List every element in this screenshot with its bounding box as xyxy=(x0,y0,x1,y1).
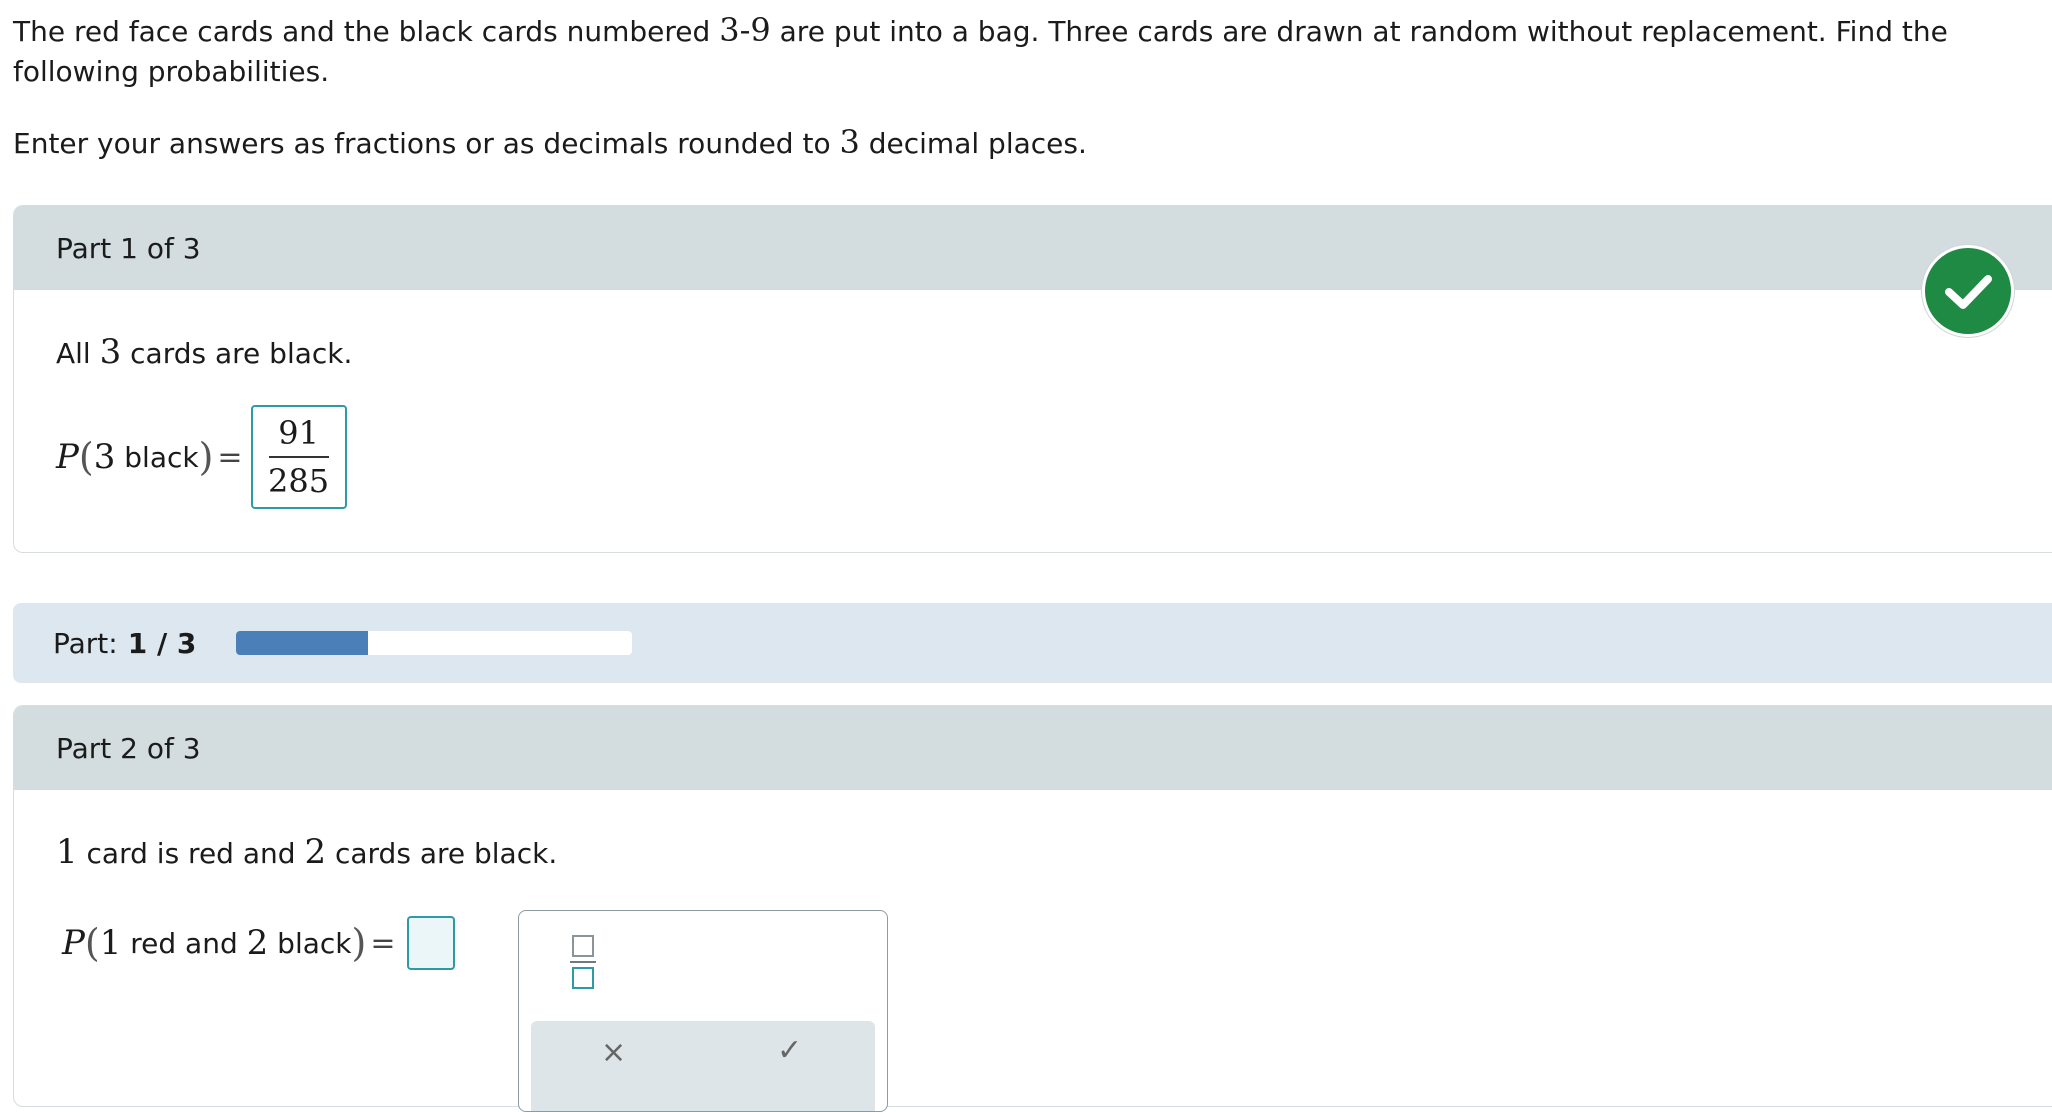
check-answer-button[interactable]: ✓ xyxy=(777,1033,802,1068)
right-paren: ) xyxy=(198,435,214,479)
check-circle-icon xyxy=(1922,245,2014,337)
progress-bar-fill xyxy=(236,631,369,655)
part2-header-label: Part 2 of 3 xyxy=(56,731,201,765)
part2-equation: P ( 1 red and 2 black ) = xyxy=(62,916,456,970)
progress-value: 1 / 3 xyxy=(127,626,197,660)
answer-denominator: 285 xyxy=(268,462,330,500)
equation-number: 2 xyxy=(246,923,269,963)
part1-prompt-number: 3 xyxy=(99,332,122,372)
part1-prompt-text: cards are black. xyxy=(121,337,353,370)
part1-answer-fraction[interactable]: 91 285 xyxy=(250,405,347,509)
instructions-text: Enter your answers as fractions or as de… xyxy=(13,122,2023,164)
progress-bar xyxy=(236,631,633,655)
toolbox-actions: × ✓ xyxy=(531,1021,875,1111)
equation-number: 3 xyxy=(93,437,116,477)
fraction-bar xyxy=(268,456,329,458)
math-toolbox: × ✓ xyxy=(518,910,888,1112)
equation-word: black xyxy=(268,926,352,960)
probability-symbol: P xyxy=(56,437,79,477)
part2-prompt-text: card is red and xyxy=(77,837,305,870)
progress-label: Part: xyxy=(53,626,118,660)
problem-statement: The red face cards and the black cards n… xyxy=(13,10,2023,164)
problem-text-part: The red face cards and the black cards n… xyxy=(13,15,720,48)
part1-panel: Part 1 of 3 All 3 cards are black. P ( 3… xyxy=(13,205,2052,553)
equals-sign: = xyxy=(370,925,396,961)
part2-prompt-text: cards are black. xyxy=(326,837,558,870)
problem-text: The red face cards and the black cards n… xyxy=(13,10,2023,92)
part2-prompt-number: 1 xyxy=(56,832,78,872)
part2-prompt: 1 card is red and 2 cards are black. xyxy=(56,832,557,872)
left-paren: ( xyxy=(78,435,94,479)
equals-sign: = xyxy=(217,439,243,475)
part2-prompt-number: 2 xyxy=(304,832,327,872)
part1-prompt: All 3 cards are black. xyxy=(56,332,352,372)
numerator-slot-icon xyxy=(572,935,594,957)
part1-header: Part 1 of 3 xyxy=(14,206,2052,290)
answer-numerator: 91 xyxy=(278,414,319,452)
equation-number: 1 xyxy=(99,923,122,963)
instructions-text-part: decimal places. xyxy=(859,127,1087,160)
fraction-template-icon[interactable] xyxy=(570,935,596,989)
part2-header: Part 2 of 3 xyxy=(14,706,2052,790)
problem-number-range: 3-9 xyxy=(719,11,771,49)
checkmark-icon xyxy=(1945,275,1992,309)
right-paren: ) xyxy=(351,921,367,965)
part-progress: Part: 1 / 3 xyxy=(13,603,2052,683)
part1-equation: P ( 3 black ) = 91 285 xyxy=(56,405,347,509)
probability-symbol: P xyxy=(62,923,85,963)
part2-answer-input[interactable] xyxy=(407,916,456,970)
denominator-slot-icon xyxy=(572,967,594,989)
part2-panel: Part 2 of 3 1 card is red and 2 cards ar… xyxy=(13,705,2052,1107)
equation-word: red and xyxy=(121,926,247,960)
left-paren: ( xyxy=(84,921,100,965)
fraction-line-icon xyxy=(570,961,596,963)
part1-prompt-text: All xyxy=(56,337,100,370)
instructions-decimal-count: 3 xyxy=(839,123,860,161)
instructions-text-part: Enter your answers as fractions or as de… xyxy=(13,127,840,160)
clear-button[interactable]: × xyxy=(601,1035,626,1070)
part1-header-label: Part 1 of 3 xyxy=(56,231,201,265)
equation-word: black xyxy=(115,440,199,474)
